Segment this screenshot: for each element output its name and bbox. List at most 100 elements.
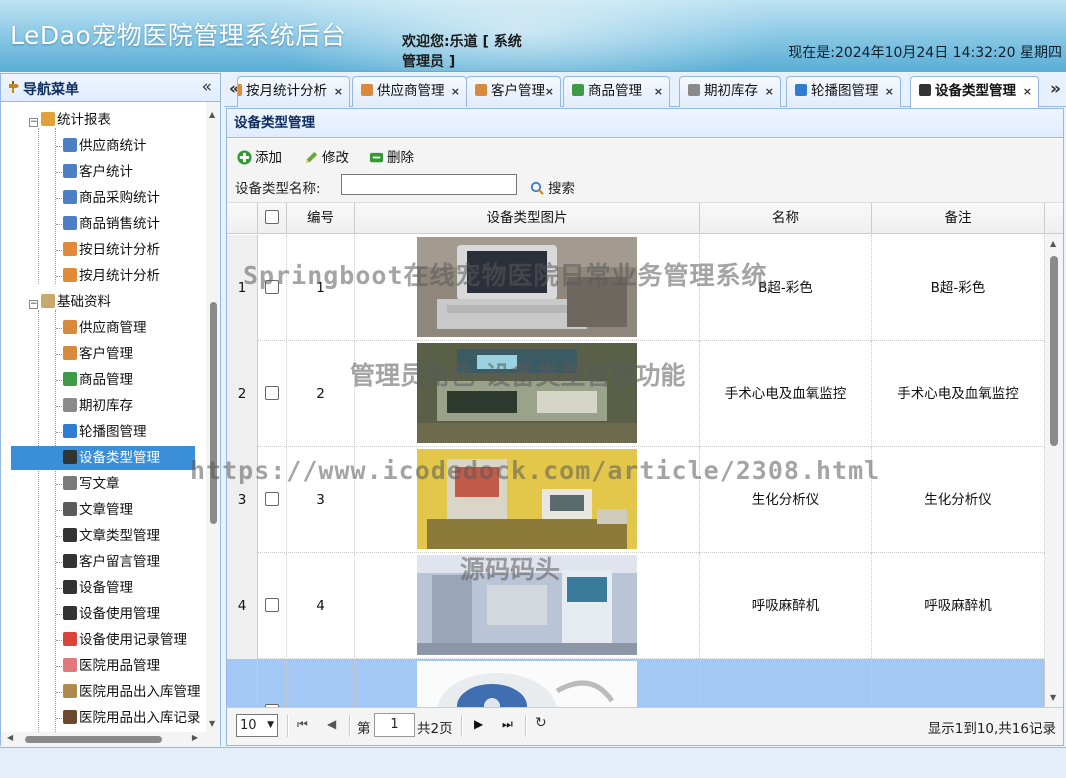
header-remark[interactable]: 备注 (872, 203, 1045, 234)
header-id[interactable]: 编号 (287, 203, 355, 234)
close-tab-icon[interactable]: × (334, 77, 343, 106)
table-row[interactable]: 2 2 手术心电及血氧监控 手术心电及血氧监控 (227, 341, 1045, 447)
scroll-right-arrow-icon[interactable]: ▶ (192, 733, 198, 742)
sidebar-item-label: 医院用品出入库记录 (79, 710, 201, 726)
tree-guide (55, 128, 56, 284)
scroll-up-arrow-icon[interactable]: ▲ (1050, 239, 1056, 248)
sidebar-item[interactable]: 供应商管理 (63, 316, 147, 340)
sidebar-item[interactable]: 文章类型管理 (63, 524, 160, 548)
sidebar-item[interactable]: 轮播图管理 (63, 420, 147, 444)
tab[interactable]: 设备类型管理 × (910, 76, 1039, 108)
row-select-cell[interactable] (258, 553, 287, 659)
page-size-select[interactable]: 10 ▼ (236, 714, 278, 737)
scroll-left-arrow-icon[interactable]: ◀ (7, 733, 13, 742)
grid-vertical-scrollbar[interactable]: ▲ ▼ (1045, 234, 1063, 707)
compass-icon (9, 81, 19, 93)
tab[interactable]: 按月统计分析 × (237, 76, 350, 107)
close-tab-icon[interactable]: × (545, 77, 554, 106)
search-button[interactable]: 搜索 (530, 177, 575, 197)
nav-vertical-scrollbar[interactable]: ▲ ▼ (206, 102, 220, 732)
folder-icon (41, 294, 55, 308)
sidebar-item[interactable]: 客户留言管理 (63, 550, 160, 574)
sidebar-item[interactable]: 设备使用记录管理 (63, 628, 187, 652)
sidebar-item[interactable]: 医院用品出入库管理 (63, 680, 201, 704)
sidebar-item[interactable]: 期初库存 (63, 394, 133, 418)
row-select-cell[interactable] (258, 447, 287, 553)
close-tab-icon[interactable]: × (765, 77, 774, 106)
sidebar-item[interactable]: 设备类型管理 (11, 446, 195, 470)
scroll-down-arrow-icon[interactable]: ▼ (1050, 693, 1056, 702)
prev-page-button[interactable]: ◀ (327, 717, 336, 731)
sidebar-item-label: 文章类型管理 (79, 528, 160, 544)
select-all-checkbox[interactable] (265, 210, 279, 224)
sidebar-item[interactable]: 商品采购统计 (63, 186, 160, 210)
sidebar-item[interactable]: 商品管理 (63, 368, 133, 392)
row-select-cell[interactable] (258, 341, 287, 447)
transfer-icon (63, 632, 77, 646)
sidebar-item[interactable]: 按月统计分析 (63, 264, 160, 288)
close-tab-icon[interactable]: × (885, 77, 894, 106)
close-tab-icon[interactable]: × (654, 77, 663, 106)
next-page-button[interactable]: ▶ (474, 717, 483, 731)
header-name[interactable]: 名称 (700, 203, 872, 234)
last-page-button[interactable]: ⏭ (502, 717, 513, 732)
scroll-down-arrow-icon[interactable]: ▼ (209, 719, 215, 728)
nav-hscroll-thumb[interactable] (25, 736, 162, 743)
table-row[interactable]: 3 3 生化分析仪 生化分析仪 (227, 447, 1045, 553)
tab-scroll-right-button[interactable]: » (1050, 79, 1061, 99)
first-page-button[interactable]: ⏮ (297, 717, 308, 732)
sidebar-item[interactable]: 客户管理 (63, 342, 133, 366)
sidebar-item[interactable]: 医院用品出入库记录 (63, 706, 201, 730)
tab[interactable]: 客户管理 × (466, 76, 561, 107)
row-checkbox[interactable] (265, 492, 279, 506)
sidebar-item[interactable]: 设备使用管理 (63, 602, 160, 626)
page-number-input[interactable]: 1 (374, 713, 415, 737)
table-row[interactable]: 1 1 B超-彩色 B超-彩色 (227, 235, 1045, 341)
row-number: 4 (227, 553, 258, 659)
tree-guide (56, 276, 62, 277)
sidebar-item[interactable]: − 统计报表 (29, 108, 111, 132)
refresh-icon[interactable]: ↻ (535, 715, 547, 731)
sidebar-item[interactable]: 供应商统计 (63, 134, 147, 158)
sidebar-item-label: 按日统计分析 (79, 242, 160, 258)
sidebar-item[interactable]: 文章管理 (63, 498, 133, 522)
close-tab-icon[interactable]: × (1023, 77, 1032, 106)
table-row[interactable]: 4 4 呼吸麻醉机 呼吸麻醉机 (227, 553, 1045, 659)
tab[interactable]: 供应商管理 × (352, 76, 467, 107)
row-checkbox[interactable] (265, 386, 279, 400)
grid-scroll-thumb[interactable] (1050, 256, 1058, 446)
sidebar-item[interactable]: 医院用品管理 (63, 654, 160, 678)
nav-scroll-thumb[interactable] (210, 302, 217, 524)
sidebar-item[interactable]: − 基础资料 (29, 290, 111, 314)
nav-horizontal-scrollbar[interactable]: ◀ ▶ (1, 732, 220, 746)
sidebar-item[interactable]: 商品销售统计 (63, 212, 160, 236)
search-input[interactable] (341, 174, 517, 195)
collapse-toggle-icon[interactable]: − (29, 300, 38, 309)
sidebar-item[interactable]: 客户统计 (63, 160, 133, 184)
tab[interactable]: 轮播图管理 × (786, 76, 901, 107)
cell-id: 4 (287, 553, 355, 659)
collapse-nav-button[interactable]: « (202, 77, 212, 97)
add-button[interactable]: 添加 (237, 146, 282, 166)
row-select-cell[interactable] (258, 659, 287, 707)
data-grid: 编号 设备类型图片 名称 备注 1 1 B超-彩色 B超-彩色 2 2 手术心电及血氧监控手… (227, 203, 1063, 707)
sidebar-item[interactable]: 设备管理 (63, 576, 133, 600)
chart-folder-icon (41, 112, 55, 126)
add-icon (237, 150, 252, 165)
header-select-all[interactable] (258, 203, 287, 234)
edit-button[interactable]: 修改 (304, 146, 349, 166)
bar-chart-icon (63, 164, 77, 178)
row-checkbox[interactable] (265, 280, 279, 294)
tab[interactable]: 商品管理 × (563, 76, 670, 107)
collapse-toggle-icon[interactable]: − (29, 118, 38, 127)
table-row[interactable] (227, 659, 1045, 707)
tab[interactable]: 期初库存 × (679, 76, 781, 107)
scroll-up-arrow-icon[interactable]: ▲ (209, 110, 215, 119)
row-checkbox[interactable] (265, 598, 279, 612)
delete-button[interactable]: 删除 (369, 146, 414, 166)
row-select-cell[interactable] (258, 235, 287, 341)
close-tab-icon[interactable]: × (451, 77, 460, 106)
header-image[interactable]: 设备类型图片 (355, 203, 700, 234)
sidebar-item[interactable]: 按日统计分析 (63, 238, 160, 262)
sidebar-item[interactable]: 写文章 (63, 472, 120, 496)
